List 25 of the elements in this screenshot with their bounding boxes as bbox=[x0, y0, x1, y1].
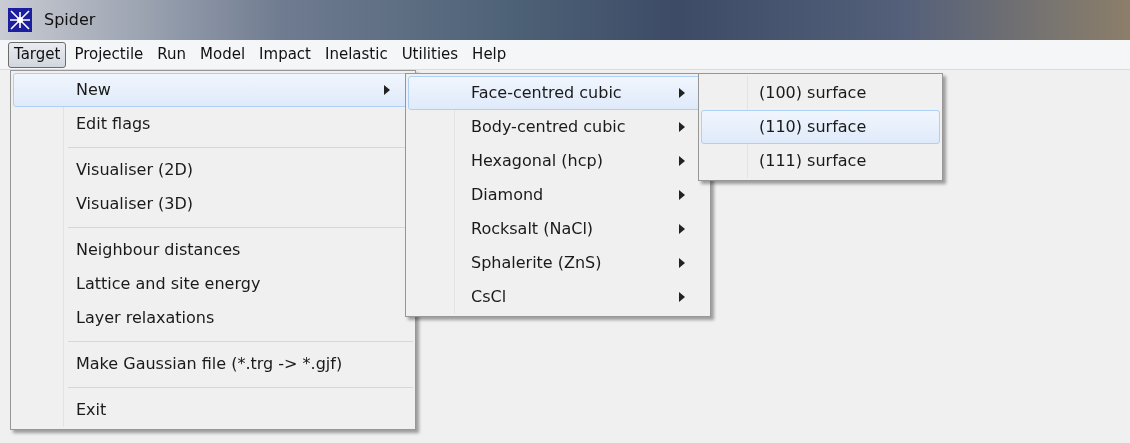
submenu-arrow-icon bbox=[679, 156, 685, 166]
menu-bar-item[interactable]: Run bbox=[151, 41, 193, 68]
menu-item[interactable]: Make Gaussian file (*.trg -> *.gjf) bbox=[13, 347, 413, 381]
submenu-arrow-icon bbox=[679, 258, 685, 268]
menu-item[interactable]: (110) surface bbox=[701, 110, 940, 144]
submenu-arrow-icon bbox=[679, 190, 685, 200]
menu-bar-item[interactable]: Target bbox=[8, 41, 67, 68]
submenu-arrow-icon bbox=[679, 224, 685, 234]
menu-item[interactable]: CsCl bbox=[408, 280, 708, 314]
menu-bar-item[interactable]: Model bbox=[194, 41, 252, 68]
submenu-arrow-icon bbox=[679, 88, 685, 98]
menu-bar-item[interactable]: Help bbox=[466, 41, 513, 68]
submenu-arrow-icon bbox=[679, 292, 685, 302]
menu-bar-item[interactable]: Projectile bbox=[68, 41, 150, 68]
submenu-arrow-icon bbox=[384, 85, 390, 95]
menu-item[interactable]: Diamond bbox=[408, 178, 708, 212]
spider-logo-icon bbox=[8, 8, 32, 32]
menu-item[interactable]: Rocksalt (NaCl) bbox=[408, 212, 708, 246]
window-title: Spider bbox=[44, 9, 96, 31]
menu-item[interactable]: Exit bbox=[13, 393, 413, 427]
menu-bar-item[interactable]: Utilities bbox=[395, 41, 465, 68]
menu-bar-item[interactable]: Inelastic bbox=[319, 41, 394, 68]
menu-item[interactable]: Sphalerite (ZnS) bbox=[408, 246, 708, 280]
menu-bar-item[interactable]: Impact bbox=[253, 41, 317, 68]
submenu-arrow-icon bbox=[679, 122, 685, 132]
